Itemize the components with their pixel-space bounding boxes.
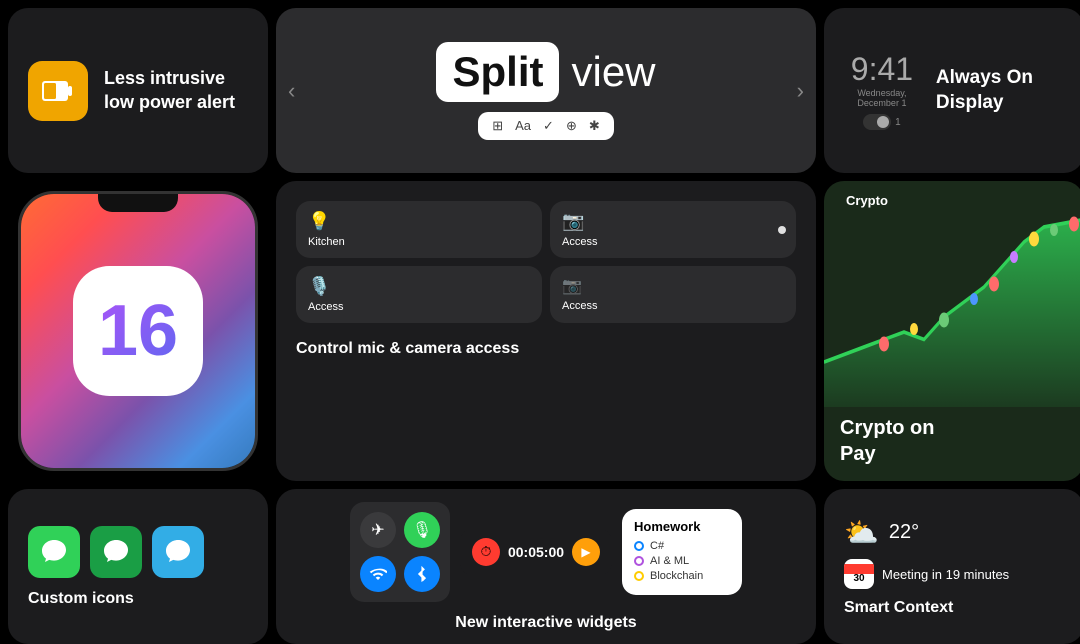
weather-row: ⛅ 22° [844, 516, 1064, 549]
widget-control-center: ✈ 🎙 [350, 502, 450, 602]
homework-item-3: Blockchain [634, 570, 730, 582]
messages-svg-1 [39, 537, 69, 567]
timer-play-button[interactable]: ▶ [572, 538, 600, 566]
camera-icon-1: 📷 [562, 211, 784, 232]
chevron-right-icon[interactable]: › [797, 78, 804, 104]
hw-dot-2 [634, 556, 644, 566]
battery-svg [40, 73, 76, 109]
toolbar-icon-3: ✓ [543, 118, 554, 134]
smart-context-card: ⛅ 22° 30 Meeting in 19 minutes Smart Con… [824, 489, 1080, 644]
crypto-header: Crypto [824, 181, 1080, 212]
calendar-badge: 30 [844, 559, 874, 589]
airplane-mode-icon[interactable]: ✈ [360, 512, 396, 548]
split-view-card: ‹ Split view ⊞ Aa ✓ ⊕ ✱ › [276, 8, 816, 173]
toolbar-icon-1: ⊞ [492, 118, 503, 134]
control-label-access1: Access [562, 236, 784, 248]
custom-icons-caption: Custom icons [28, 590, 134, 608]
crypto-bottom: Crypto on Pay [824, 407, 1080, 481]
crypto-chart [824, 212, 1080, 407]
homework-item-1: C# [634, 540, 730, 552]
control-grid: 💡 Kitchen 📷 Access 🎙️ Access 📷 Access [296, 201, 796, 323]
phone-card: 16 [8, 181, 268, 481]
toolbar-icon-5: ✱ [589, 118, 600, 134]
always-on-card: 9:41 Wednesday, December 1 1 Always On D… [824, 8, 1080, 173]
messages-icon-dark [90, 526, 142, 578]
timer-value: 00:05:00 [508, 544, 564, 560]
low-power-card: Less intrusive low power alert [8, 8, 268, 173]
control-item-mic: 🎙️ Access [296, 266, 542, 323]
chevron-left-icon[interactable]: ‹ [288, 78, 295, 104]
battery-icon [28, 61, 88, 121]
homework-item-2: AI & ML [634, 555, 730, 567]
phone-notch [98, 194, 178, 212]
hw-dot-3 [634, 571, 644, 581]
control-label-access3: Access [562, 300, 784, 312]
control-card: 💡 Kitchen 📷 Access 🎙️ Access 📷 Access Co… [276, 181, 816, 481]
meeting-text: Meeting in 19 minutes [882, 567, 1009, 582]
control-caption: Control mic & camera access [296, 339, 796, 360]
homework-widget: Homework C# AI & ML Blockchain [622, 509, 742, 595]
chart-svg [824, 212, 1080, 407]
homework-title: Homework [634, 519, 730, 534]
toolbar-icon-4: ⊕ [566, 118, 577, 134]
messages-svg-3 [163, 537, 193, 567]
split-word: Split [436, 42, 559, 102]
camera-icon-2: 📷 [562, 276, 784, 296]
aod-toggle-row: 1 [844, 114, 920, 130]
hw-label-2: AI & ML [650, 555, 689, 567]
control-item-kitchen: 💡 Kitchen [296, 201, 542, 258]
phone-screen: 16 [21, 194, 255, 468]
hw-label-1: C# [650, 540, 664, 552]
low-power-text: Less intrusive low power alert [104, 67, 248, 114]
bt-svg [415, 565, 429, 583]
hw-dot-1 [634, 541, 644, 551]
widgets-caption: New interactive widgets [455, 614, 636, 632]
control-item-camera2: 📷 Access [550, 266, 796, 323]
bluetooth-icon[interactable] [404, 556, 440, 592]
timer-icon: ⏱ [472, 538, 500, 566]
aod-time: 9:41 [844, 51, 920, 88]
hw-label-3: Blockchain [650, 570, 703, 582]
split-view-text: Split view [436, 42, 655, 102]
timer-widget: ⏱ 00:05:00 ▶ [460, 528, 612, 576]
aod-toggle[interactable] [863, 114, 891, 130]
calendar-day: 30 [853, 574, 864, 584]
lightbulb-icon: 💡 [308, 211, 530, 232]
crypto-label-text: Crypto on [840, 417, 934, 439]
aod-label: Always On Display [936, 66, 1064, 115]
apple-pay-icon: Pay [840, 443, 876, 465]
toggle-label: 1 [895, 117, 901, 128]
toggle-dot [877, 116, 889, 128]
crypto-title: Crypto [846, 193, 888, 208]
messages-svg-2 [101, 537, 131, 567]
control-label-kitchen: Kitchen [308, 236, 530, 248]
ios-16-text: 16 [98, 295, 178, 367]
crypto-card: Crypto Crypto on Pay [824, 181, 1080, 481]
widgets-row: ✈ 🎙 ⏱ 00:05:00 ▶ Homework [350, 502, 742, 602]
podcast-icon[interactable]: 🎙 [404, 512, 440, 548]
split-toolbar: ⊞ Aa ✓ ⊕ ✱ [478, 112, 614, 140]
control-label-access2: Access [308, 301, 530, 313]
icons-row [28, 526, 204, 578]
control-item-camera1: 📷 Access [550, 201, 796, 258]
wifi-icon[interactable] [360, 556, 396, 592]
wifi-svg [369, 565, 387, 583]
messages-icon-green [28, 526, 80, 578]
mic-icon: 🎙️ [308, 276, 530, 297]
smart-context-caption: Smart Context [844, 599, 1064, 617]
aod-time-section: 9:41 Wednesday, December 1 1 [844, 51, 920, 130]
widgets-card: ✈ 🎙 ⏱ 00:05:00 ▶ Homework [276, 489, 816, 644]
messages-icon-teal [152, 526, 204, 578]
phone-frame: 16 [18, 191, 258, 471]
view-word: view [571, 48, 655, 96]
weather-icon: ⛅ [844, 516, 879, 549]
temperature: 22° [889, 521, 919, 544]
crypto-label: Crypto on Pay [840, 415, 1068, 467]
custom-icons-card: Custom icons [8, 489, 268, 644]
aod-date: Wednesday, December 1 [844, 88, 920, 108]
meeting-row: 30 Meeting in 19 minutes [844, 559, 1064, 589]
ios-logo: 16 [73, 266, 203, 396]
toolbar-icon-2: Aa [515, 118, 531, 133]
